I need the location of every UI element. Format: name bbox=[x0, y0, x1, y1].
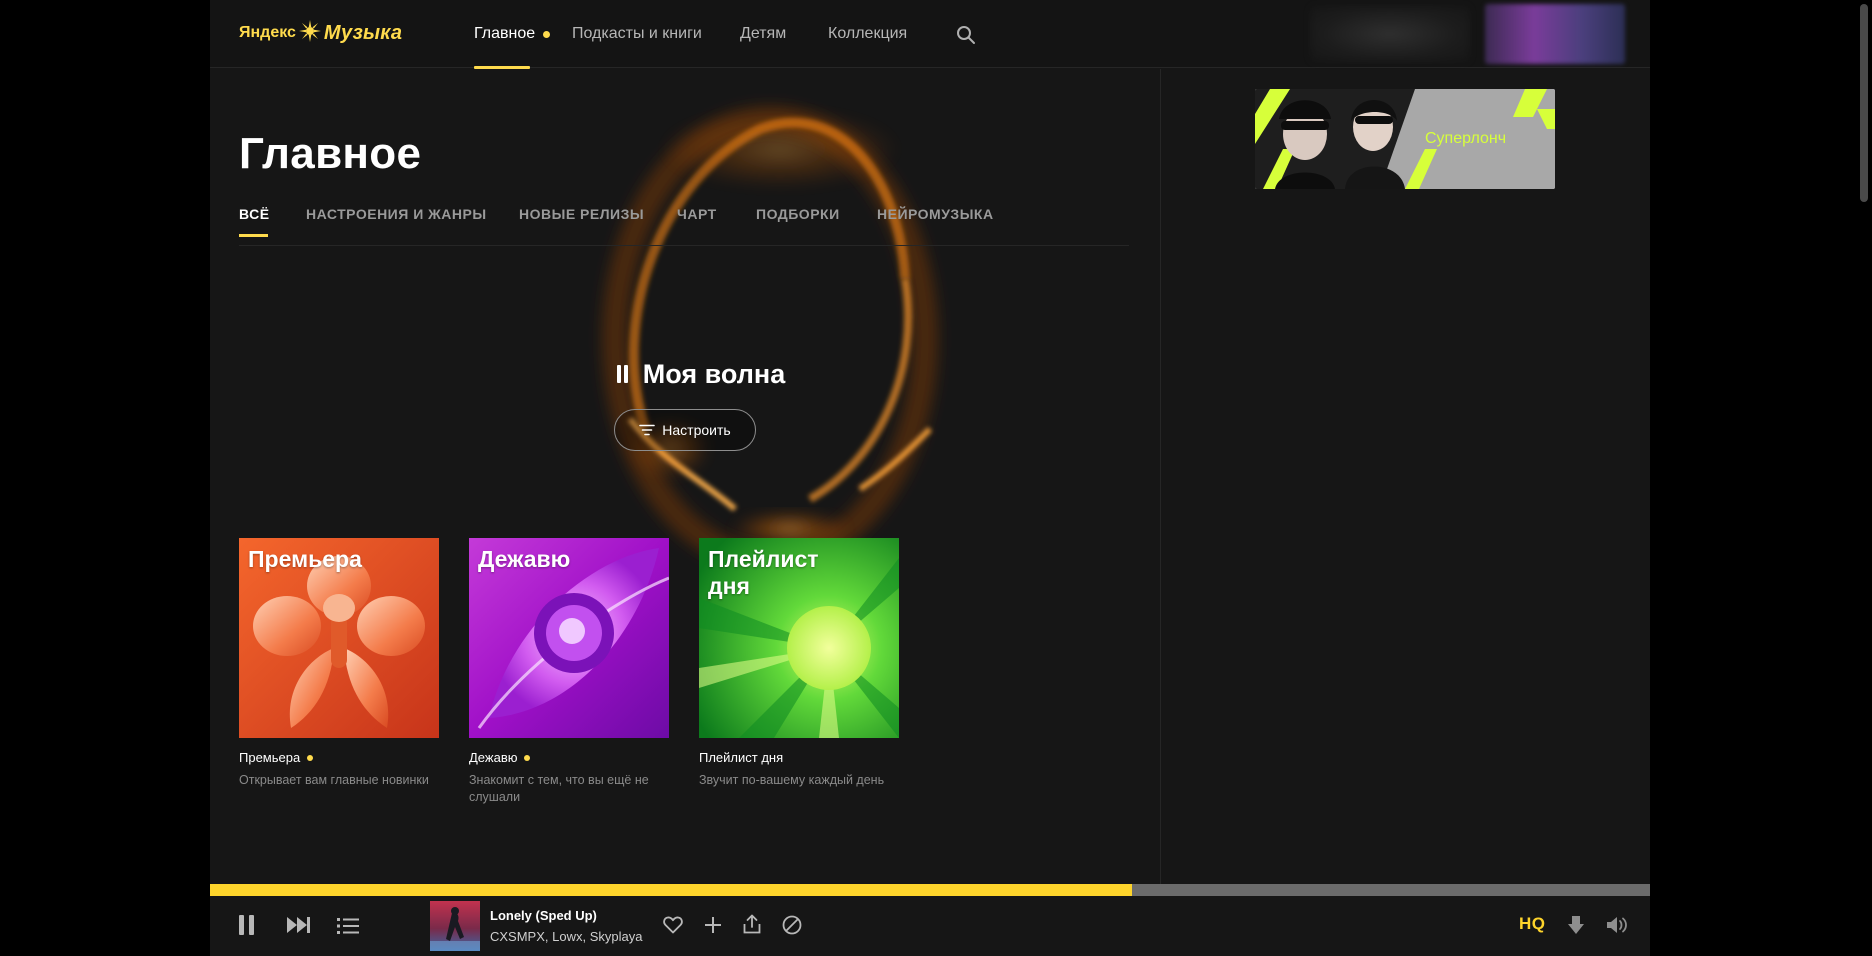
tab-all[interactable]: ВСЁ bbox=[239, 206, 270, 222]
quality-toggle-hq[interactable]: HQ bbox=[1519, 914, 1546, 934]
daily-title[interactable]: Плейлист дня bbox=[699, 750, 899, 765]
playback-progress-bar[interactable] bbox=[210, 884, 1650, 896]
window-scrollbar[interactable] bbox=[1858, 0, 1870, 956]
premiere-cover[interactable]: Премьера bbox=[239, 538, 439, 738]
logo-sun-icon bbox=[298, 19, 321, 47]
heart-icon[interactable] bbox=[663, 916, 683, 939]
dejavu-title-label: Дежавю bbox=[469, 750, 518, 765]
now-playing-artists[interactable]: CXSMPX, Lowx, Skyplaya bbox=[490, 929, 642, 944]
daily-description: Звучит по-вашему каждый день bbox=[699, 773, 885, 787]
next-icon[interactable] bbox=[286, 916, 312, 939]
window-scrollbar-thumb[interactable] bbox=[1860, 4, 1868, 202]
premiere-new-dot bbox=[307, 754, 314, 761]
nav-podcasts[interactable]: Подкасты и книги bbox=[572, 0, 702, 68]
volume-icon[interactable] bbox=[1606, 916, 1628, 939]
dejavu-description: Знакомит с тем, что вы ещё не слушали bbox=[469, 773, 649, 804]
app-window: Яндекс Музыка Главное Подкасты и книги Д… bbox=[210, 0, 1650, 956]
queue-icon[interactable] bbox=[337, 918, 359, 939]
block-icon[interactable] bbox=[782, 915, 802, 940]
premiere-title-label: Премьера bbox=[239, 750, 301, 765]
daily-title-label: Плейлист дня bbox=[699, 750, 784, 765]
tab-neuromusic[interactable]: НЕЙРОМУЗЫКА bbox=[877, 206, 994, 222]
promo-banner-art bbox=[1255, 89, 1555, 189]
dejavu-title[interactable]: Дежавю bbox=[469, 750, 669, 765]
nav-collection[interactable]: Коллекция bbox=[828, 0, 907, 68]
logo-text-right: Музыка bbox=[323, 21, 403, 44]
nav-podcasts-label: Подкасты и книги bbox=[572, 25, 702, 42]
pause-icon bbox=[615, 365, 629, 383]
tab-chart[interactable]: ЧАРТ bbox=[677, 206, 717, 222]
nav-main[interactable]: Главное bbox=[474, 0, 551, 68]
now-playing-cover[interactable] bbox=[430, 901, 480, 951]
now-playing-title[interactable]: Lonely (Sped Up) bbox=[490, 908, 597, 923]
nav-kids-label: Детям bbox=[740, 25, 787, 42]
playback-progress-fill bbox=[210, 884, 1132, 896]
page-title: Главное bbox=[239, 129, 422, 178]
filter-icon bbox=[639, 424, 656, 436]
premiere-cover-title: Премьера bbox=[248, 546, 362, 572]
tab-moods-genres[interactable]: НАСТРОЕНИЯ И ЖАНРЫ bbox=[306, 206, 487, 222]
dejavu-cover-title: Дежавю bbox=[478, 546, 571, 572]
nav-collection-label: Коллекция bbox=[828, 25, 908, 42]
playlist-card-premiere[interactable]: Премьера Премьера Открывает вам главные … bbox=[239, 538, 439, 789]
premiere-title[interactable]: Премьера bbox=[239, 750, 439, 765]
promo-banner[interactable]: Суперлонч bbox=[1255, 89, 1555, 189]
share-icon[interactable] bbox=[743, 914, 761, 939]
download-icon[interactable] bbox=[1567, 915, 1585, 940]
tab-selections[interactable]: ПОДБОРКИ bbox=[756, 206, 840, 222]
pause-icon[interactable] bbox=[238, 914, 256, 941]
category-tabs: ВСЁ НАСТРОЕНИЯ И ЖАНРЫ НОВЫЕ РЕЛИЗЫ ЧАРТ… bbox=[239, 206, 1129, 246]
wave-settings-button[interactable]: Настроить bbox=[614, 409, 756, 451]
playlist-card-dejavu[interactable]: Дежавю Дежавю Знакомит с тем, что вы ещё… bbox=[469, 538, 669, 806]
header-ad-placeholder[interactable] bbox=[1310, 6, 1470, 62]
nav-main-new-dot bbox=[543, 30, 551, 38]
dejavu-new-dot bbox=[524, 754, 531, 761]
top-header: Яндекс Музыка Главное Подкасты и книги Д… bbox=[210, 0, 1650, 69]
wave-settings-label: Настроить bbox=[662, 422, 731, 438]
plus-icon[interactable] bbox=[704, 916, 722, 939]
main-content: Главное ВСЁ НАСТРОЕНИЯ И ЖАНРЫ НОВЫЕ РЕЛ… bbox=[210, 69, 1160, 884]
player-bar: Lonely (Sped Up) CXSMPX, Lowx, Skyplaya … bbox=[210, 896, 1650, 956]
daily-cover-title: Плейлист дня bbox=[708, 546, 819, 599]
my-wave-play-button[interactable]: Моя волна bbox=[600, 354, 800, 394]
daily-cover[interactable]: Плейлист дня bbox=[699, 538, 899, 738]
dejavu-cover[interactable]: Дежавю bbox=[469, 538, 669, 738]
premiere-description: Открывает вам главные новинки bbox=[239, 773, 429, 787]
tab-active-underline bbox=[239, 234, 268, 237]
nav-main-label: Главное bbox=[474, 25, 536, 42]
nav-kids[interactable]: Детям bbox=[740, 0, 786, 68]
header-ad-image[interactable] bbox=[1485, 4, 1625, 64]
logo-text-left: Яндекс bbox=[239, 24, 296, 41]
promo-text: Суперлонч bbox=[1425, 130, 1507, 147]
tab-new-releases[interactable]: НОВЫЕ РЕЛИЗЫ bbox=[519, 206, 644, 222]
search-icon[interactable] bbox=[955, 24, 977, 46]
column-divider bbox=[1160, 69, 1161, 884]
my-wave-title: Моя волна bbox=[642, 358, 786, 389]
yandex-music-logo[interactable]: Яндекс Музыка bbox=[239, 18, 402, 48]
playlist-card-daily[interactable]: Плейлист дня Плейлист дня Звучит по-ваше… bbox=[699, 538, 899, 789]
